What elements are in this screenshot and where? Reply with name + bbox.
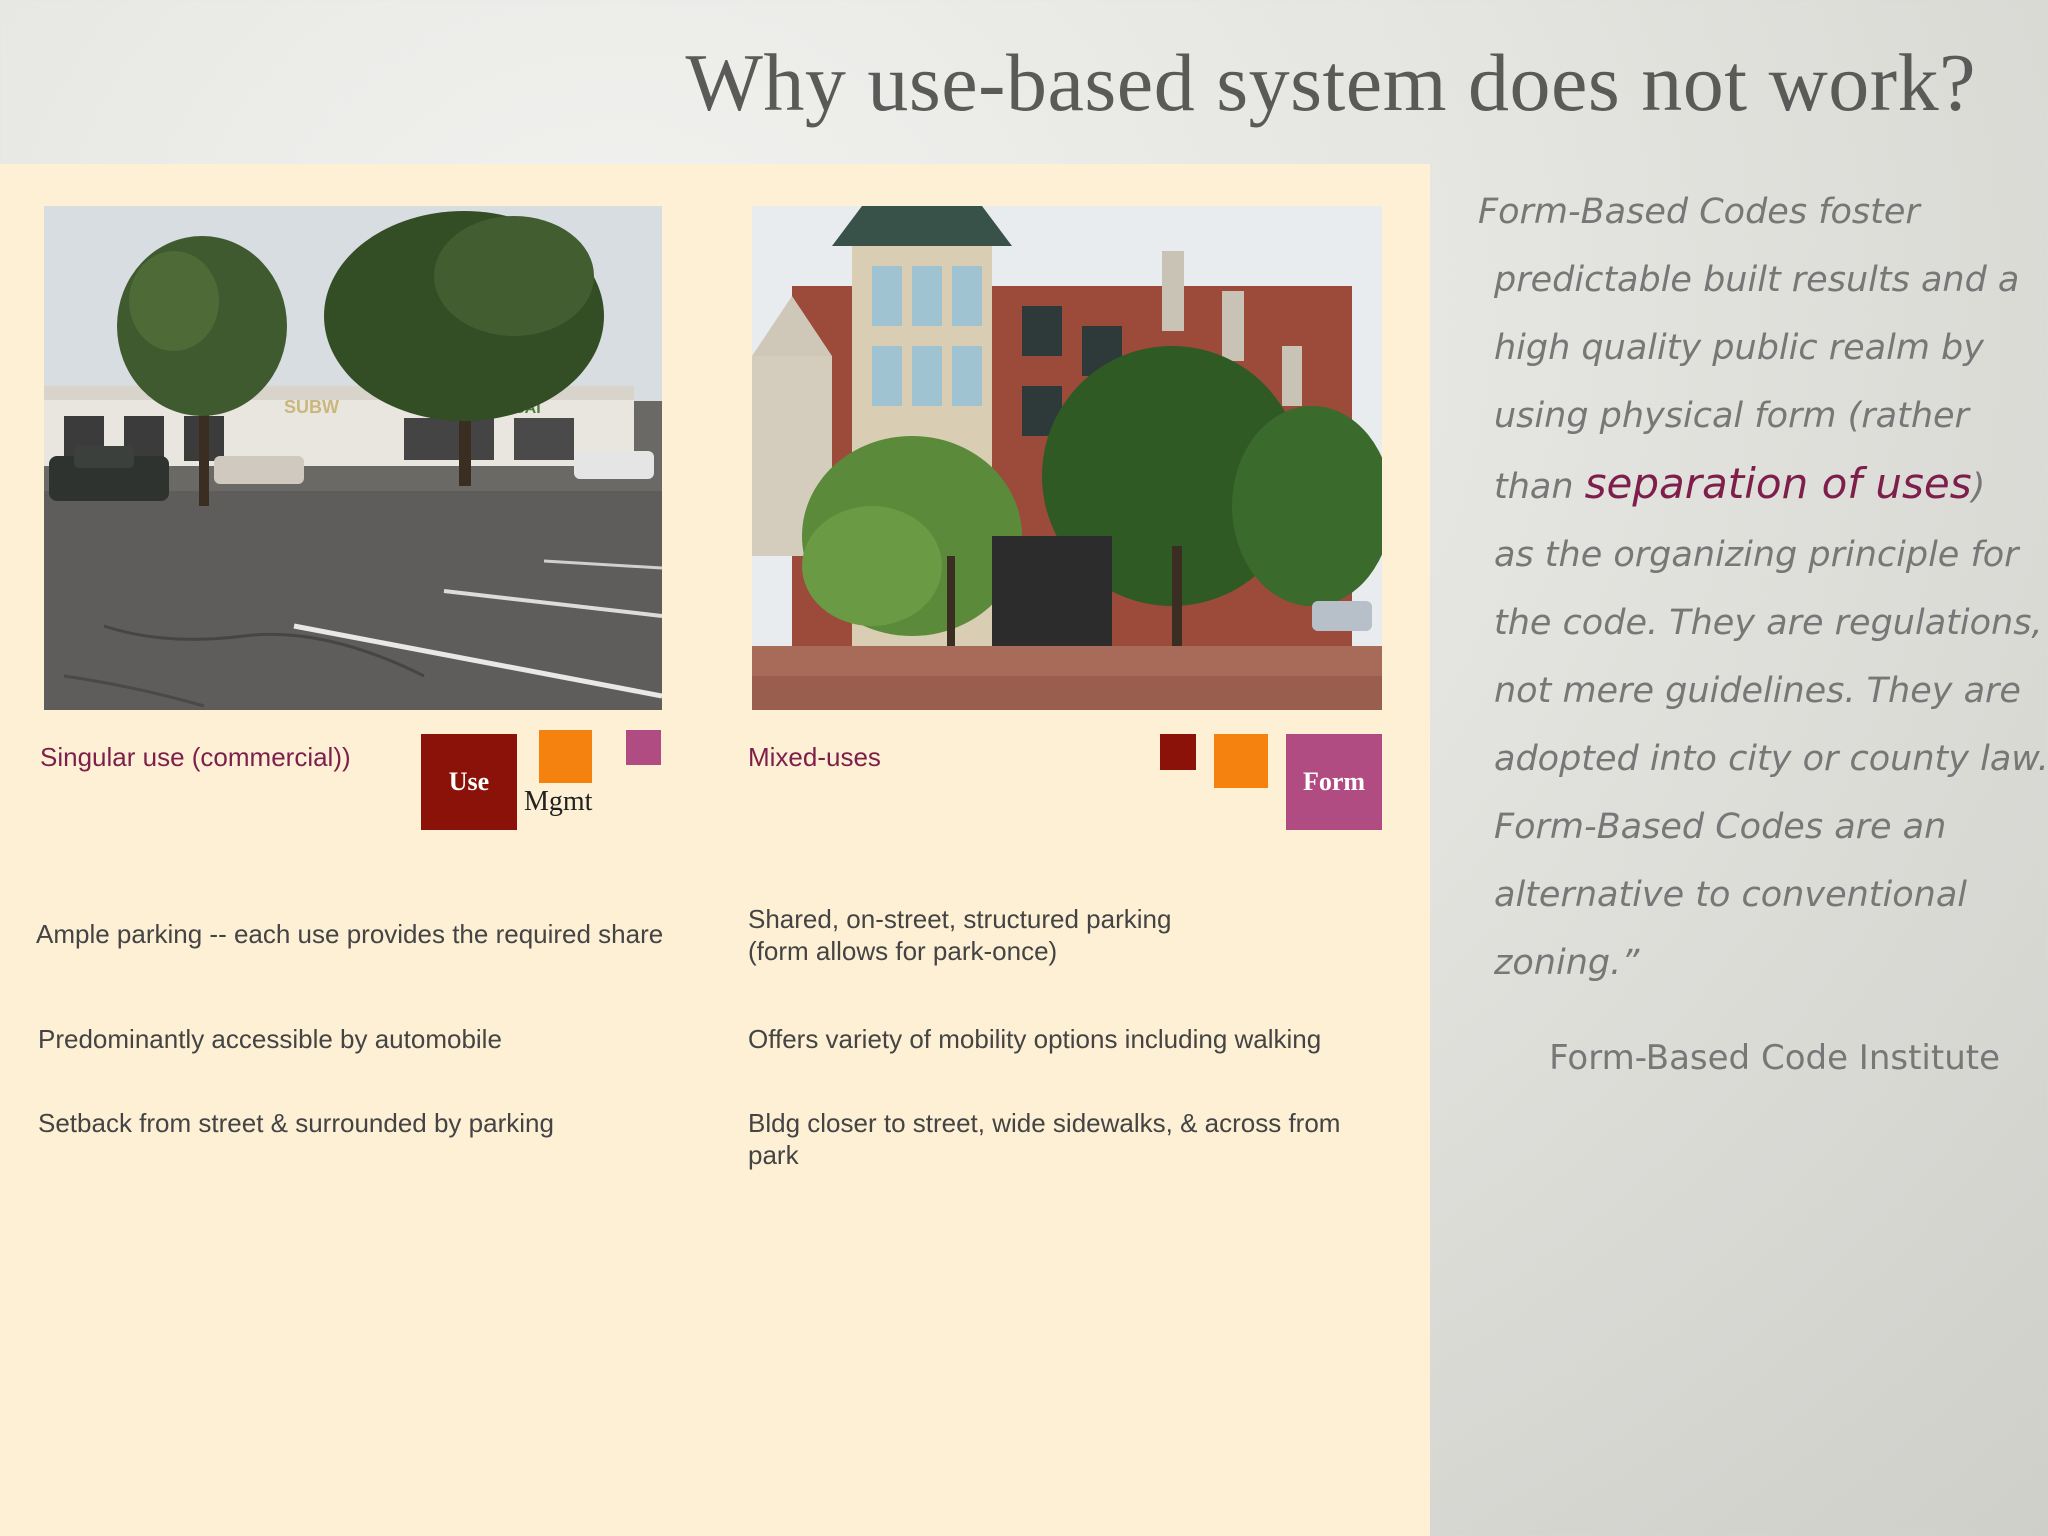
mixed-use-photo [752,206,1382,710]
mgmt-square-small [539,730,592,783]
quote-line: as the organizing principle for [1494,535,2019,575]
quote-text: ) [1971,467,1986,507]
quote-line: predictable built results and a [1494,260,2020,300]
quote-line: zoning.” [1494,943,1640,983]
quote-line: high quality public realm by [1494,328,1984,368]
mixed-uses-caption: Mixed-uses [748,742,881,772]
use-square-small [1160,734,1196,770]
quote-text: than [1494,467,1585,507]
quote-line: alternative to conventional [1494,875,1968,915]
left-point-parking: Ample parking -- each use provides the r… [36,919,664,949]
quote-line: Form-Based Codes foster [1478,192,1920,232]
right-point-parking: Shared, on-street, structured parking (f… [748,904,1172,966]
quote-line: the code. They are regulations, [1494,603,2043,643]
quote-line-highlight: than separation of uses) [1478,450,2018,521]
mgmt-label: Mgmt [524,786,593,817]
separation-of-uses-highlight: separation of uses [1584,459,1972,508]
form-square-small [626,730,661,765]
mgmt-square [1214,734,1268,788]
quote-line: using physical form (rather [1494,396,1969,436]
left-point-access: Predominantly accessible by automobile [38,1024,502,1054]
right-point-bldg: Bldg closer to street, wide sidewalks, &… [748,1108,1341,1170]
subway-sign: SUBW [284,397,339,417]
quote-line: adopted into city or county law. [1494,739,2048,779]
strip-mall-photo: SUBW SAI [44,206,662,710]
singular-use-caption: Singular use (commercial)) [40,742,351,772]
quote-source: Form-Based Code Institute [1549,1038,2000,1078]
form-square: Form [1286,734,1382,830]
quote-line: not mere guidelines. They are [1494,671,2021,711]
slide-title: Why use-based system does not work? [685,37,1976,128]
use-square: Use [421,734,517,830]
left-point-setback: Setback from street & surrounded by park… [38,1108,554,1138]
right-point-mobility: Offers variety of mobility options inclu… [748,1024,1322,1054]
fbc-quote: Form-Based Codes foster predictable buil… [1478,178,2048,997]
quote-line: Form-Based Codes are an [1494,807,1947,847]
